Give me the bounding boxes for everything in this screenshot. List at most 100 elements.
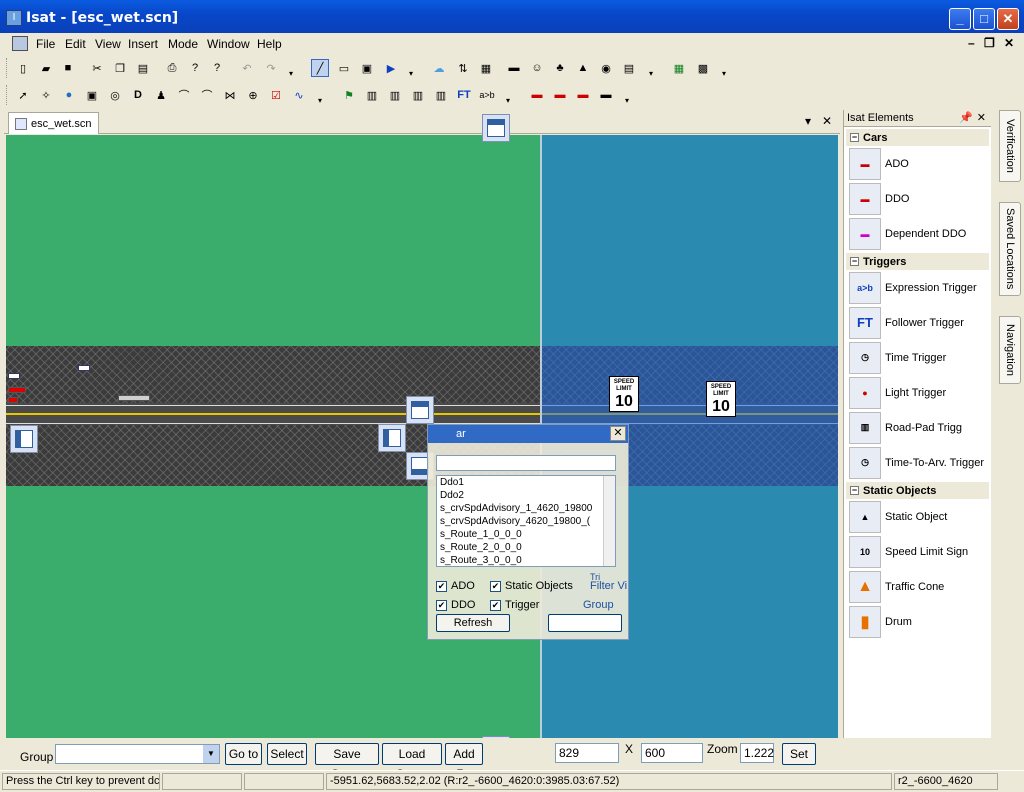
road-pad-icon[interactable]: ▥: [386, 86, 404, 104]
play-icon[interactable]: ▶: [382, 59, 400, 77]
chevron-down-icon[interactable]: ▾: [625, 96, 629, 105]
close-window-button[interactable]: ✕: [997, 8, 1019, 30]
pin-icon[interactable]: 📌: [959, 110, 973, 127]
list-item[interactable]: Ddo1: [437, 476, 615, 489]
finder-close-button[interactable]: ✕: [610, 426, 626, 441]
signal-icon[interactable]: ▥: [363, 86, 381, 104]
expression-icon[interactable]: a>b: [478, 86, 496, 104]
select-arrow-icon[interactable]: ➚: [14, 86, 32, 104]
vehicle-ado[interactable]: [8, 387, 26, 393]
category-static-objects[interactable]: − Static Objects: [846, 482, 989, 499]
chevron-down-icon[interactable]: ▼: [203, 745, 219, 763]
y-position-input[interactable]: 600: [641, 743, 703, 763]
goto-button[interactable]: Go to: [225, 743, 262, 765]
list-item[interactable]: Ddo2: [437, 489, 615, 502]
dock-top-icon[interactable]: [482, 114, 510, 142]
document-tab[interactable]: esc_wet.scn: [8, 112, 99, 134]
arc-icon[interactable]: ⌒: [198, 86, 216, 104]
junction-icon[interactable]: ⊕: [244, 86, 262, 104]
collapse-icon[interactable]: −: [850, 133, 859, 142]
new-file-icon[interactable]: ▯: [14, 59, 32, 77]
chevron-down-icon[interactable]: ▾: [649, 69, 653, 78]
object-tag[interactable]: [78, 365, 90, 371]
element-road-pad-trigger[interactable]: ▥ Road-Pad Trigg: [844, 410, 991, 445]
road-tool-icon[interactable]: ▭: [335, 59, 353, 77]
tab-navigation[interactable]: Navigation: [999, 316, 1021, 384]
flag-icon[interactable]: ⚑: [340, 86, 358, 104]
tree-icon[interactable]: ♣: [551, 59, 569, 77]
chevron-down-icon[interactable]: ▾: [318, 96, 322, 105]
list-item[interactable]: s_Route_2_0_0_0: [437, 541, 615, 554]
list-item[interactable]: s_crvSpdAdvisory_4620_19800_(: [437, 515, 615, 528]
car-dependent-icon[interactable]: ▬: [574, 86, 592, 104]
dock-left-icon[interactable]: [10, 425, 38, 453]
collapse-icon[interactable]: −: [850, 486, 859, 495]
draw-line-icon[interactable]: ╱: [311, 59, 329, 77]
menu-help[interactable]: Help: [257, 37, 282, 51]
cut-icon[interactable]: ✂: [88, 59, 106, 77]
element-dependent-ddo[interactable]: ▬ Dependent DDO: [844, 216, 991, 251]
category-cars[interactable]: − Cars: [846, 129, 989, 146]
list-item[interactable]: s_crvSpdAdvisory_1_4620_19800: [437, 502, 615, 515]
menu-edit[interactable]: Edit: [65, 37, 86, 51]
finder-object-list[interactable]: Ddo1 Ddo2 s_crvSpdAdvisory_1_4620_19800 …: [436, 475, 616, 567]
refresh-button[interactable]: Refresh: [436, 614, 510, 632]
element-drum[interactable]: ▮ Drum: [844, 604, 991, 639]
ddo-filter-checkbox[interactable]: ✔ DDO: [436, 599, 475, 611]
tab-list-button[interactable]: ▾: [805, 114, 811, 128]
speed-limit-sign[interactable]: SPEED LIMIT 10: [609, 376, 639, 412]
save-group-button[interactable]: Save Group: [315, 743, 379, 781]
finder-search-input[interactable]: [436, 455, 616, 471]
select-button[interactable]: Select: [267, 743, 307, 765]
vehicle-truck[interactable]: [118, 395, 150, 401]
save-disk-icon[interactable]: ■: [59, 59, 77, 77]
paste-icon[interactable]: ▤: [134, 59, 152, 77]
pedestrians-icon[interactable]: ♟: [152, 86, 170, 104]
spreadsheet-icon[interactable]: ▦: [670, 59, 688, 77]
maximize-button[interactable]: □: [973, 8, 995, 30]
trigger-filter-checkbox[interactable]: ✔ Trigger: [490, 599, 539, 611]
document-menu-icon[interactable]: [12, 36, 28, 51]
scene-canvas[interactable]: SPEED LIMIT 10 SPEED LIMIT 10: [6, 135, 838, 738]
dock-center-left-icon[interactable]: [378, 424, 406, 452]
set-zoom-button[interactable]: Set: [782, 743, 816, 765]
list-item[interactable]: s_Route_3_0_0_0: [437, 554, 615, 566]
chevron-down-icon[interactable]: ▾: [289, 69, 293, 78]
layers-icon[interactable]: ▤: [620, 59, 638, 77]
curve-icon[interactable]: ⌒: [175, 86, 193, 104]
close-panel-icon[interactable]: ✕: [977, 110, 986, 127]
print-icon[interactable]: ⎙: [163, 59, 181, 77]
menu-mode[interactable]: Mode: [168, 37, 198, 51]
element-expression-trigger[interactable]: a>b Expression Trigger: [844, 270, 991, 305]
network-icon[interactable]: ⇅: [454, 59, 472, 77]
dock-center-top-icon[interactable]: [406, 396, 434, 424]
car-icon[interactable]: ▬: [528, 86, 546, 104]
list-scrollbar[interactable]: [603, 476, 615, 566]
copy-icon[interactable]: ❐: [111, 59, 129, 77]
chevron-down-icon[interactable]: ▾: [722, 69, 726, 78]
undo-icon[interactable]: ↶: [238, 59, 256, 77]
group-select[interactable]: ▼: [55, 744, 220, 764]
traffic-light-icon[interactable]: ▥: [409, 86, 427, 104]
minimize-button[interactable]: _: [949, 8, 971, 30]
pedestrian-icon[interactable]: ☺: [528, 59, 546, 77]
element-ado[interactable]: ▬ ADO: [844, 146, 991, 181]
vehicle-ddo[interactable]: [8, 397, 18, 403]
chevron-down-icon[interactable]: ▾: [506, 96, 510, 105]
collapse-icon[interactable]: −: [850, 257, 859, 266]
target-icon[interactable]: ◎: [106, 86, 124, 104]
add-re-button[interactable]: Add Re: [445, 743, 483, 781]
sky-view-icon[interactable]: ☁: [430, 59, 448, 77]
redo-icon[interactable]: ↷: [262, 59, 280, 77]
color-wheel-icon[interactable]: ◉: [597, 59, 615, 77]
toolbar-grip[interactable]: [6, 58, 9, 78]
terrain-icon[interactable]: ▲: [574, 59, 592, 77]
help-icon[interactable]: ?: [186, 59, 204, 77]
letter-d-icon[interactable]: D: [129, 86, 147, 104]
close-document-button[interactable]: ✕: [822, 114, 832, 128]
monitor-icon[interactable]: ▣: [358, 59, 376, 77]
tab-saved-locations[interactable]: Saved Locations: [999, 202, 1021, 296]
bowtie-icon[interactable]: ⋈: [221, 86, 239, 104]
context-help-icon[interactable]: ?: [208, 59, 226, 77]
toolbar-grip[interactable]: [6, 85, 9, 105]
